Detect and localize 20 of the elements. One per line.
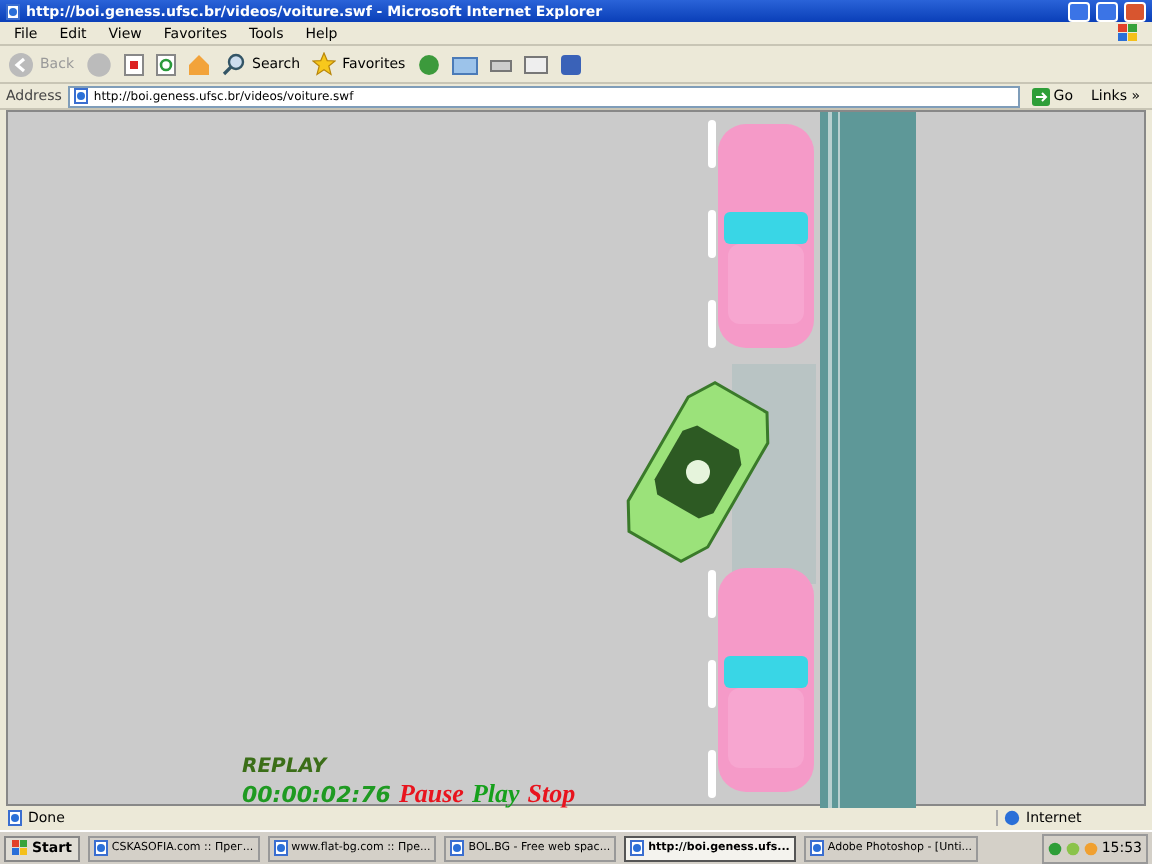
page-icon bbox=[6, 3, 20, 19]
replay-button[interactable]: REPLAY bbox=[242, 756, 576, 778]
page-icon bbox=[630, 840, 645, 856]
windows-logo-icon bbox=[12, 840, 28, 856]
page-icon bbox=[73, 88, 88, 104]
close-button[interactable] bbox=[1124, 1, 1146, 21]
home-icon bbox=[188, 53, 210, 75]
windows-logo-icon bbox=[1118, 24, 1138, 42]
elapsed-time: 00:00:02:76 bbox=[242, 782, 391, 808]
page-icon bbox=[93, 840, 108, 856]
minimize-button[interactable] bbox=[1068, 1, 1090, 21]
page-icon bbox=[809, 840, 824, 856]
page-icon bbox=[273, 840, 288, 856]
page-icon bbox=[8, 810, 22, 826]
star-icon bbox=[312, 52, 337, 76]
go-arrow-icon bbox=[1031, 87, 1050, 105]
search-icon bbox=[222, 52, 246, 76]
stop-icon bbox=[124, 53, 144, 75]
maximize-button[interactable] bbox=[1096, 1, 1118, 21]
page-icon bbox=[450, 840, 465, 856]
